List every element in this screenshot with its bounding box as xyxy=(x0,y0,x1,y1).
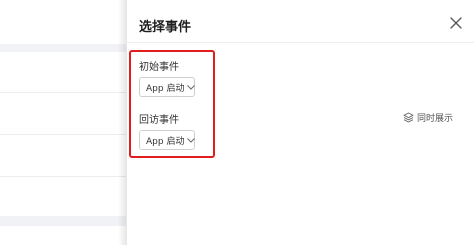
background-band xyxy=(0,44,126,52)
return-event-value: App 启动 xyxy=(146,136,185,147)
initial-event-label: 初始事件 xyxy=(139,62,179,73)
background-page xyxy=(0,0,126,245)
return-event-select[interactable]: App 启动 xyxy=(139,130,196,150)
simultaneous-display-label: 同时展示 xyxy=(417,113,454,124)
background-divider xyxy=(0,134,126,135)
select-event-drawer: 选择事件 初始事件 App 启动 回访事件 App 启动 同时展示 xyxy=(126,0,474,245)
background-divider xyxy=(0,176,126,177)
header-divider xyxy=(127,42,474,43)
close-icon[interactable] xyxy=(449,16,463,30)
chevron-down-icon xyxy=(187,137,196,143)
return-event-label: 回访事件 xyxy=(139,115,179,126)
simultaneous-display-button[interactable]: 同时展示 xyxy=(403,110,453,124)
background-band xyxy=(0,216,126,226)
layers-icon xyxy=(403,112,414,123)
background-divider xyxy=(0,92,126,93)
chevron-down-icon xyxy=(187,84,196,90)
initial-event-value: App 启动 xyxy=(146,83,185,94)
close-button[interactable] xyxy=(449,16,463,30)
drawer-title: 选择事件 xyxy=(139,20,192,35)
initial-event-select[interactable]: App 启动 xyxy=(139,77,196,97)
